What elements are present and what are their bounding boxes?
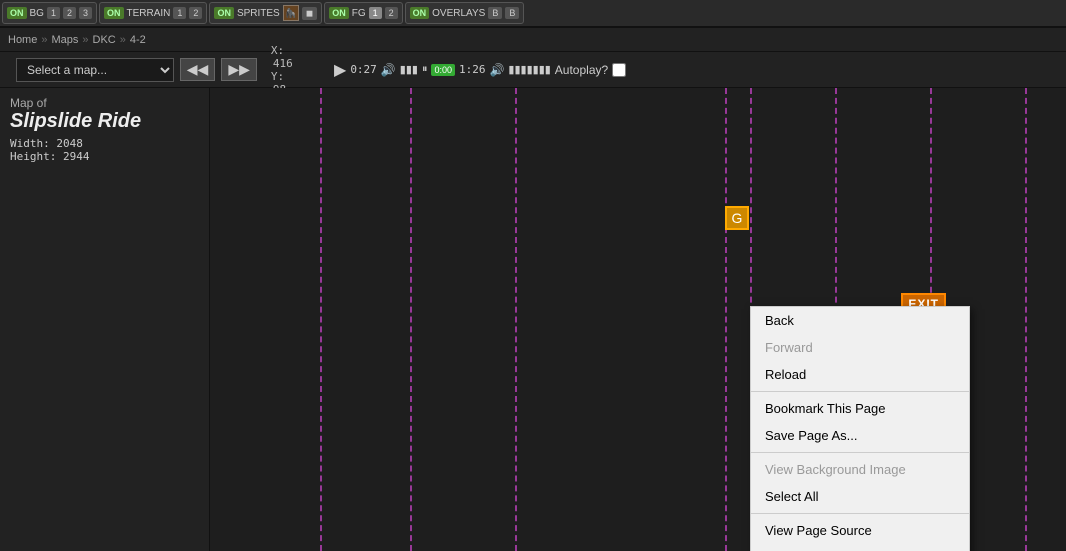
volume-icon-left: 🔊 (381, 63, 396, 77)
volume-bars-right: ▮▮▮▮▮▮▮ (508, 63, 550, 76)
top-toolbar: ON BG 1 2 3 ON TERRAIN 1 2 ON SPRITES 🦍 … (0, 0, 1066, 28)
map-info-panel: Map of Slipslide Ride Width: 2048 Height… (0, 88, 210, 551)
progress-label: 0:00 (431, 64, 455, 76)
ctx-forward: Forward (751, 334, 969, 361)
ctx-sep1 (751, 391, 969, 392)
map-select[interactable]: Select a map... (16, 58, 174, 82)
time-current: 0:27 (350, 63, 377, 76)
layer-fg-num1[interactable]: 1 (369, 7, 382, 19)
map-selector-bar: Select a map... ◀◀ ▶▶ X: 416 Y: 98 ▶ 0:2… (0, 52, 1066, 88)
layer-overlays[interactable]: ON OVERLAYS B B (405, 2, 525, 24)
volume-icon-right: 🔊 (489, 63, 504, 77)
coord-x: X: 416 (271, 44, 300, 70)
layer-fg-on: ON (329, 7, 349, 19)
layer-terrain[interactable]: ON TERRAIN 1 2 (99, 2, 207, 24)
ctx-view-bg: View Background Image (751, 456, 969, 483)
ctx-reload[interactable]: Reload (751, 361, 969, 388)
layer-overlays-numB1[interactable]: B (488, 7, 502, 19)
nav-prev-button[interactable]: ◀◀ (180, 58, 216, 81)
ctx-sep3 (751, 513, 969, 514)
map-height: Height: 2944 (10, 150, 199, 163)
layer-bg[interactable]: ON BG 1 2 3 (2, 2, 97, 24)
main-area: Map of Slipslide Ride Width: 2048 Height… (0, 88, 1066, 551)
volume-bars: ▮▮▮ (400, 63, 418, 76)
vline-2 (410, 88, 412, 551)
context-menu: Back Forward Reload Bookmark This Page S… (750, 306, 970, 551)
nav-next-button[interactable]: ▶▶ (221, 58, 257, 81)
ctx-view-source[interactable]: View Page Source (751, 517, 969, 544)
layer-bg-on: ON (7, 7, 27, 19)
vline-1 (320, 88, 322, 551)
layer-terrain-num2[interactable]: 2 (189, 7, 202, 19)
layer-bg-label: BG (30, 8, 44, 19)
layer-terrain-label: TERRAIN (127, 8, 171, 19)
vline-3 (515, 88, 517, 551)
time-total: 1:26 (459, 63, 486, 76)
layer-sprites-on: ON (214, 7, 234, 19)
vline-4 (725, 88, 727, 551)
layer-terrain-on: ON (104, 7, 124, 19)
layer-overlays-label: OVERLAYS (432, 8, 485, 19)
layer-sprites-num-extra[interactable]: ◼ (302, 7, 317, 20)
ctx-sep2 (751, 452, 969, 453)
ctx-view-info[interactable]: View Page Info (751, 544, 969, 551)
layer-sprites[interactable]: ON SPRITES 🦍 ◼ (209, 2, 322, 24)
sprites-icon: 🦍 (283, 5, 299, 21)
layer-overlays-numB2[interactable]: B (505, 7, 519, 19)
layer-fg[interactable]: ON FG 1 2 (324, 2, 402, 24)
layer-fg-label: FG (352, 8, 366, 19)
autoplay-checkbox[interactable] (612, 63, 626, 77)
ctx-select-all[interactable]: Select All (751, 483, 969, 510)
layer-overlays-on: ON (410, 7, 430, 19)
ctx-save[interactable]: Save Page As... (751, 422, 969, 449)
autoplay-label: Autoplay? (555, 63, 608, 77)
play-button[interactable]: ▶ (334, 60, 346, 80)
seek-icon: ⏸ (422, 63, 428, 76)
layer-fg-num2[interactable]: 2 (385, 7, 398, 19)
ctx-bookmark[interactable]: Bookmark This Page (751, 395, 969, 422)
map-title: Slipslide Ride (10, 110, 199, 133)
vline-8 (1025, 88, 1027, 551)
layer-terrain-num1[interactable]: 1 (173, 7, 186, 19)
layer-sprites-label: SPRITES (237, 8, 280, 19)
layer-bg-num1[interactable]: 1 (47, 7, 60, 19)
map-width: Width: 2048 (10, 137, 199, 150)
layer-bg-num2[interactable]: 2 (63, 7, 76, 19)
sprite-g-label: G (732, 210, 743, 226)
map-prefix: Map of (10, 96, 199, 110)
sprite-g[interactable]: G (725, 206, 749, 230)
map-canvas: G EXIT Back Forward Reload Bookmark This… (210, 88, 1066, 551)
layer-bg-num3[interactable]: 3 (79, 7, 92, 19)
media-controls: ▶ 0:27 🔊 ▮▮▮ ⏸ 0:00 1:26 🔊 ▮▮▮▮▮▮▮ Autop… (334, 60, 626, 80)
ctx-back[interactable]: Back (751, 307, 969, 334)
